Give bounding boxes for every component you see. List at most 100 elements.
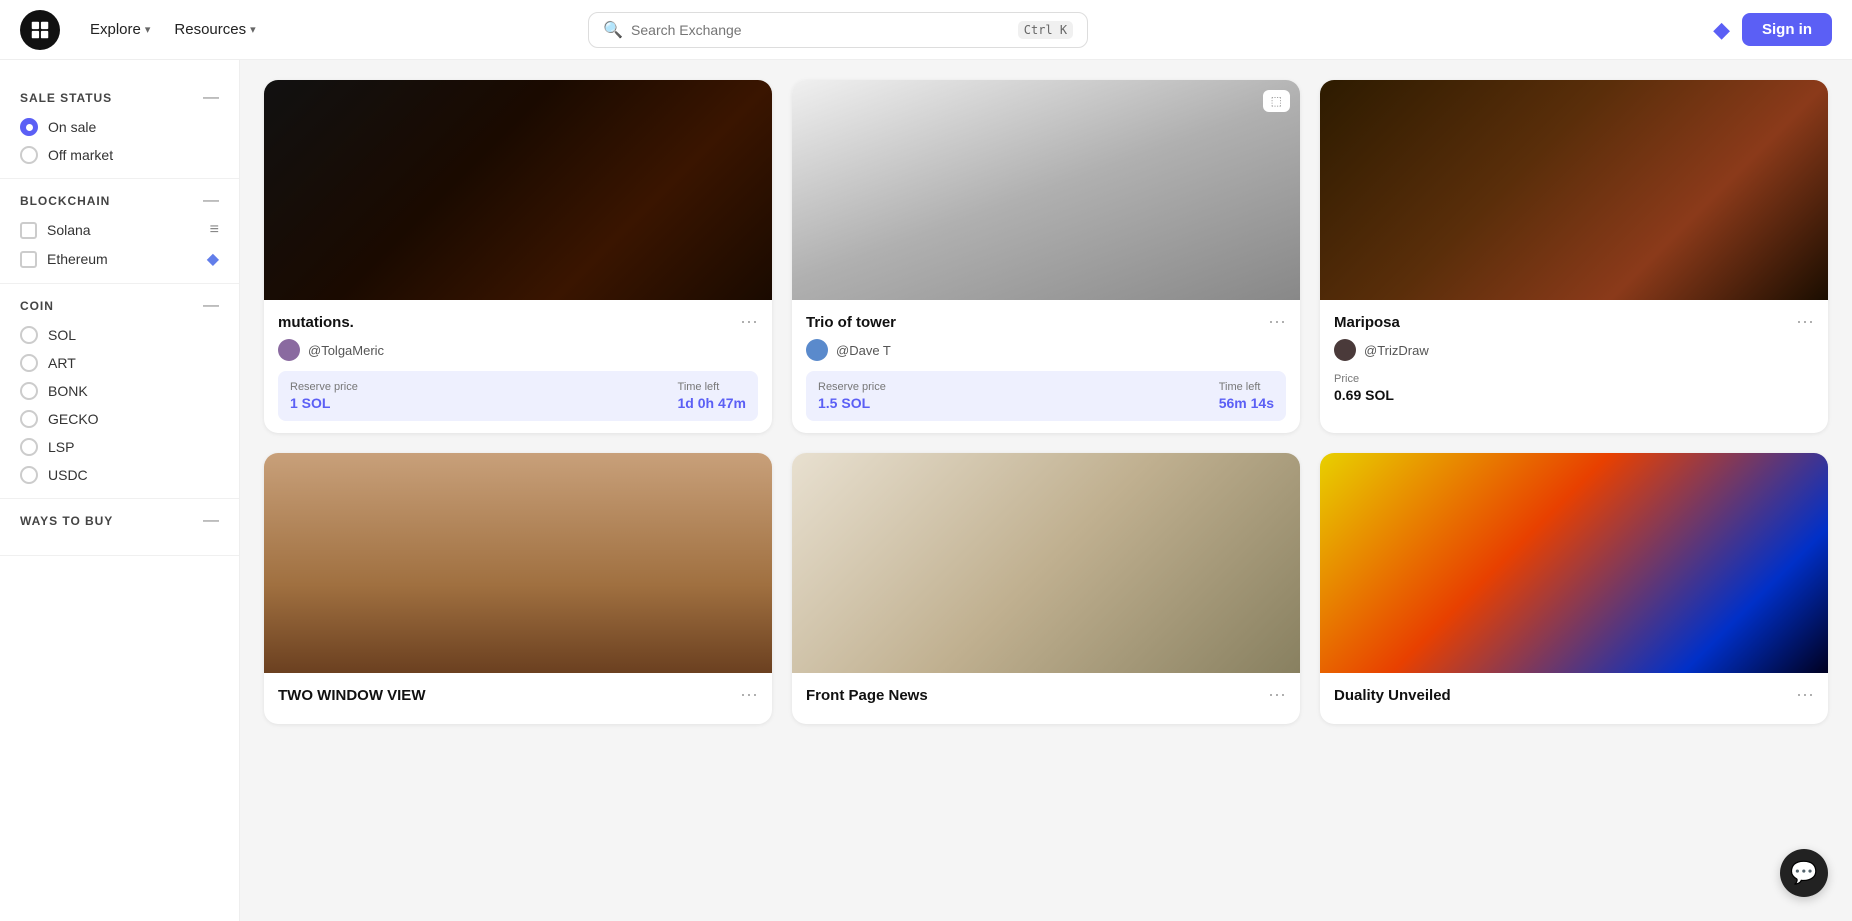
lsp-circle (20, 438, 38, 456)
sign-in-button[interactable]: Sign in (1742, 13, 1832, 46)
resources-nav[interactable]: Resources ▾ (164, 15, 265, 44)
on-sale-radio-circle (20, 118, 38, 136)
sale-status-collapse[interactable]: — (203, 90, 219, 106)
gecko-circle (20, 410, 38, 428)
sidebar: SALE STATUS — On sale Off market BLOCKCH… (0, 60, 240, 921)
time-label-trio: Time left (1219, 381, 1274, 393)
nft-image-trio[interactable]: ⬚ (792, 80, 1300, 300)
ethereum-icon: ◆ (207, 249, 219, 269)
coin-options: SOL ART BONK GECKO LSP (20, 326, 219, 484)
explore-chevron: ▾ (145, 23, 151, 36)
nft-card-duality: Duality Unveiled ⋯ (1320, 453, 1828, 724)
page: SALE STATUS — On sale Off market BLOCKCH… (0, 0, 1852, 921)
nft-image-mariposa[interactable] (1320, 80, 1828, 300)
nft-title-row-frontpage: Front Page News ⋯ (806, 685, 1286, 706)
usdc-radio[interactable]: USDC (20, 466, 219, 484)
nft-title-row-twowindow: TWO WINDOW VIEW ⋯ (278, 685, 758, 706)
search-bar[interactable]: 🔍 Ctrl K (588, 12, 1088, 48)
sol-circle (20, 326, 38, 344)
usdc-label: USDC (48, 467, 88, 483)
author-avatar-mutations (278, 339, 300, 361)
nft-title-row-mariposa: Mariposa ⋯ (1334, 312, 1814, 333)
gecko-label: GECKO (48, 411, 99, 427)
time-col-mutations: Time left 1d 0h 47m (678, 381, 746, 411)
bonk-radio[interactable]: BONK (20, 382, 219, 400)
sol-label: SOL (48, 327, 76, 343)
bonk-label: BONK (48, 383, 88, 399)
time-col-trio: Time left 56m 14s (1219, 381, 1274, 411)
nft-card-mariposa: Mariposa ⋯ @TrizDraw Price 0.69 SOL (1320, 80, 1828, 433)
nft-title-frontpage: Front Page News (806, 687, 928, 704)
ways-to-buy-title: WAYS TO BUY (20, 514, 113, 528)
solana-checkbox[interactable]: Solana (20, 222, 91, 239)
sale-status-options: On sale Off market (20, 118, 219, 164)
nft-image-mutations[interactable] (264, 80, 772, 300)
nft-menu-trio[interactable]: ⋯ (1268, 312, 1286, 333)
nft-grid: mutations. ⋯ @TolgaMeric Reserve price 1… (264, 80, 1828, 724)
nft-menu-frontpage[interactable]: ⋯ (1268, 685, 1286, 706)
reserve-col-mutations: Reserve price 1 SOL (290, 381, 358, 411)
nft-title-twowindow: TWO WINDOW VIEW (278, 687, 425, 704)
blockchain-title: BLOCKCHAIN (20, 194, 110, 208)
nft-info-duality: Duality Unveiled ⋯ (1320, 673, 1828, 724)
price-value-mariposa: 0.69 SOL (1334, 387, 1814, 403)
author-name-mutations: @TolgaMeric (308, 343, 384, 358)
nft-menu-twowindow[interactable]: ⋯ (740, 685, 758, 706)
nft-card-trio: ⬚ Trio of tower ⋯ @Dave T Reserve (792, 80, 1300, 433)
ethereum-item: Ethereum ◆ (20, 249, 219, 269)
chat-bubble[interactable]: 💬 (1780, 849, 1828, 897)
ways-to-buy-collapse[interactable]: — (203, 513, 219, 529)
nft-price-mutations: Reserve price 1 SOL Time left 1d 0h 47m (278, 371, 758, 421)
nav-right: ◆ Sign in (1713, 13, 1832, 46)
solana-icon: ≡ (210, 221, 219, 239)
nft-title-row-duality: Duality Unveiled ⋯ (1334, 685, 1814, 706)
coin-header: COIN — (20, 298, 219, 314)
art-label: ART (48, 355, 76, 371)
blockchain-options: Solana ≡ Ethereum ◆ (20, 221, 219, 269)
sale-status-header: SALE STATUS — (20, 90, 219, 106)
coin-collapse[interactable]: — (203, 298, 219, 314)
lsp-label: LSP (48, 439, 74, 455)
author-avatar-mariposa (1334, 339, 1356, 361)
gecko-radio[interactable]: GECKO (20, 410, 219, 428)
solana-label: Solana (47, 222, 91, 238)
lsp-radio[interactable]: LSP (20, 438, 219, 456)
explore-nav[interactable]: Explore ▾ (80, 15, 160, 44)
search-icon: 🔍 (603, 20, 623, 40)
blockchain-collapse[interactable]: — (203, 193, 219, 209)
time-value-mutations: 1d 0h 47m (678, 395, 746, 411)
navbar: Explore ▾ Resources ▾ 🔍 Ctrl K ◆ Sign in (0, 0, 1852, 60)
time-label-mutations: Time left (678, 381, 746, 393)
price-label-mariposa: Price (1334, 373, 1814, 385)
nft-menu-duality[interactable]: ⋯ (1796, 685, 1814, 706)
nft-image-twowindow[interactable] (264, 453, 772, 673)
sol-radio[interactable]: SOL (20, 326, 219, 344)
sale-status-title: SALE STATUS (20, 91, 112, 105)
resources-label: Resources (174, 21, 246, 38)
search-input[interactable] (631, 22, 1010, 38)
nft-menu-mutations[interactable]: ⋯ (740, 312, 758, 333)
on-sale-radio[interactable]: On sale (20, 118, 219, 136)
bonk-circle (20, 382, 38, 400)
art-circle (20, 354, 38, 372)
nft-price-mariposa: Price 0.69 SOL (1334, 371, 1814, 403)
nft-card-frontpage: Front Page News ⋯ (792, 453, 1300, 724)
reserve-label-trio: Reserve price (818, 381, 886, 393)
nft-title-row-trio: Trio of tower ⋯ (806, 312, 1286, 333)
coin-title: COIN (20, 299, 54, 313)
art-radio[interactable]: ART (20, 354, 219, 372)
nft-title-mariposa: Mariposa (1334, 314, 1400, 331)
nft-image-duality[interactable] (1320, 453, 1828, 673)
nft-menu-mariposa[interactable]: ⋯ (1796, 312, 1814, 333)
logo[interactable] (20, 10, 60, 50)
sale-status-section: SALE STATUS — On sale Off market (0, 76, 239, 179)
nft-author-trio: @Dave T (806, 339, 1286, 361)
trio-badge: ⬚ (1263, 90, 1290, 112)
time-value-trio: 56m 14s (1219, 395, 1274, 411)
author-name-trio: @Dave T (836, 343, 891, 358)
nft-author-mariposa: @TrizDraw (1334, 339, 1814, 361)
off-market-radio[interactable]: Off market (20, 146, 219, 164)
logo-icon (29, 19, 51, 41)
ethereum-checkbox[interactable]: Ethereum (20, 251, 108, 268)
nft-image-frontpage[interactable] (792, 453, 1300, 673)
